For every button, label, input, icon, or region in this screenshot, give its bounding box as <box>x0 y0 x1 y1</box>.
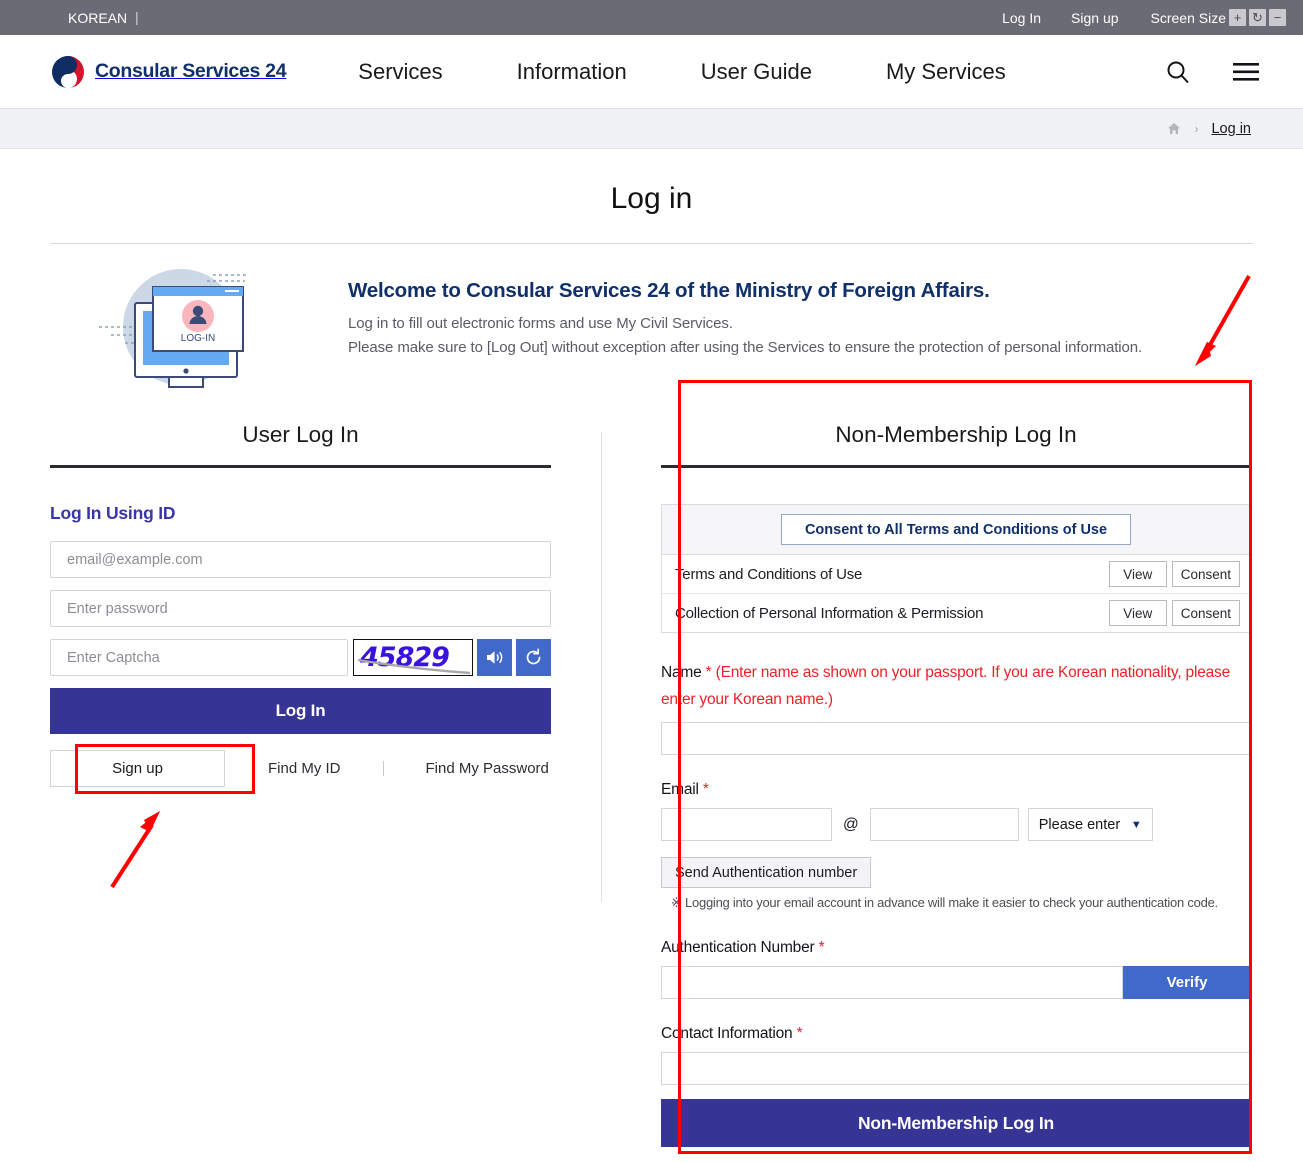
authentication-note: ※ Logging into your email account in adv… <box>671 895 1218 911</box>
captcha-row: 45829 <box>50 639 551 676</box>
find-my-password-link[interactable]: Find My Password <box>426 760 549 777</box>
authentication-input-row: Verify <box>661 966 1251 1000</box>
email-domain-select[interactable]: Please enter ▼ <box>1027 808 1153 842</box>
non-membership-panel: Non-Membership Log In Consent to All Ter… <box>602 422 1303 1148</box>
screen-size-increase-button[interactable]: + <box>1229 9 1246 26</box>
title-divider <box>50 243 1253 244</box>
consent-privacy-button[interactable]: Consent <box>1171 600 1240 626</box>
email-input-row: @ Please enter ▼ <box>661 808 1251 842</box>
name-field-note: (Enter name as shown on your passport. I… <box>661 664 1231 709</box>
screen-size-reset-button[interactable]: ↻ <box>1249 9 1266 26</box>
login-illustration-icon: LOG-IN <box>95 261 300 401</box>
login-button[interactable]: Log In <box>50 688 551 734</box>
email-label-text: Email <box>661 781 699 799</box>
taegeuk-logo-icon <box>50 54 86 90</box>
contact-information-input[interactable] <box>661 1052 1251 1086</box>
email-local-part-input[interactable] <box>661 808 832 842</box>
contact-information-label: Contact Information * <box>661 1025 1251 1043</box>
site-logo[interactable]: Consular Services 24 <box>50 54 287 90</box>
home-icon[interactable] <box>1167 122 1181 135</box>
login-columns: User Log In Log In Using ID 45829 <box>0 422 1303 1148</box>
welcome-heading: Welcome to Consular Services 24 of the M… <box>348 279 990 302</box>
breadcrumb-separator: › <box>1194 121 1199 136</box>
email-field-label: Email * <box>661 781 1251 799</box>
svg-text:LOG-IN: LOG-IN <box>181 333 215 344</box>
screen-size-control: Screen Size + ↻ − <box>1151 9 1286 26</box>
page-title: Log in <box>610 182 693 215</box>
non-membership-header: Non-Membership Log In <box>661 422 1251 468</box>
table-row: Collection of Personal Information & Per… <box>662 594 1250 632</box>
chevron-down-icon: ▼ <box>1130 818 1142 831</box>
contact-required-marker: * <box>796 1025 803 1043</box>
welcome-line-1: Log in to fill out electronic forms and … <box>348 315 733 332</box>
name-input[interactable] <box>661 722 1251 756</box>
login-page: KOREAN | Log In Sign up Screen Size + ↻ … <box>0 0 1303 1162</box>
email-domain-select-value: Please enter <box>1038 816 1121 833</box>
user-login-title: User Log In <box>242 422 359 447</box>
nav-item-user-guide[interactable]: User Guide <box>701 59 812 85</box>
consent-row-label-terms: Terms and Conditions of Use <box>675 565 863 583</box>
site-header: Consular Services 24 Services Informatio… <box>0 35 1303 109</box>
consent-all-button[interactable]: Consent to All Terms and Conditions of U… <box>781 514 1131 545</box>
screen-size-label: Screen Size <box>1150 9 1226 26</box>
refresh-icon[interactable] <box>516 639 551 676</box>
korean-language-link[interactable]: KOREAN <box>68 10 127 26</box>
consent-terms-button[interactable]: Consent <box>1171 561 1240 587</box>
search-icon[interactable] <box>1163 57 1193 87</box>
header-actions <box>1163 57 1281 87</box>
logo-text: Consular Services 24 <box>95 60 287 82</box>
view-terms-button[interactable]: View <box>1108 561 1167 587</box>
user-login-header: User Log In <box>50 422 551 468</box>
contact-label-text: Contact Information <box>661 1025 793 1043</box>
send-authentication-number-button[interactable]: Send Authentication number <box>661 857 872 889</box>
table-row: Terms and Conditions of Use View Consent <box>662 555 1250 594</box>
authentication-label-text: Authentication Number <box>661 939 815 957</box>
welcome-line-2: Please make sure to [Log Out] without ex… <box>348 339 1143 356</box>
non-membership-title: Non-Membership Log In <box>835 422 1077 447</box>
view-privacy-button[interactable]: View <box>1108 600 1167 626</box>
nav-item-services[interactable]: Services <box>358 59 442 85</box>
consent-row-label-privacy: Collection of Personal Information & Per… <box>675 604 984 622</box>
nav-item-my-services[interactable]: My Services <box>886 59 1006 85</box>
authentication-number-label: Authentication Number * <box>661 939 1251 957</box>
breadcrumb: › Log in <box>0 109 1303 149</box>
authentication-required-marker: * <box>818 939 825 957</box>
utility-bar: KOREAN | Log In Sign up Screen Size + ↻ … <box>0 0 1303 35</box>
verify-button[interactable]: Verify <box>1123 966 1251 1000</box>
signup-button[interactable]: Sign up <box>50 749 225 787</box>
user-id-input[interactable] <box>50 541 551 578</box>
links-divider <box>382 760 384 776</box>
utilbar-signup-link[interactable]: Sign up <box>1071 10 1118 26</box>
password-input[interactable] <box>50 590 551 627</box>
consent-all-row: Consent to All Terms and Conditions of U… <box>662 505 1250 555</box>
email-at-symbol: @ <box>843 815 859 833</box>
name-field-label: Name * (Enter name as shown on your pass… <box>661 659 1251 713</box>
welcome-section: LOG-IN Welcome to Consular Services 24 o… <box>50 261 1253 401</box>
welcome-text: Welcome to Consular Services 24 of the M… <box>348 261 1142 356</box>
non-membership-login-button[interactable]: Non-Membership Log In <box>661 1099 1251 1148</box>
user-login-panel: User Log In Log In Using ID 45829 <box>0 422 601 1147</box>
name-required-marker: * <box>705 664 712 681</box>
main-navigation: Services Information User Guide My Servi… <box>358 59 1080 85</box>
utilbar-separator: | <box>135 10 139 25</box>
breadcrumb-current: Log in <box>1211 120 1251 137</box>
email-domain-input[interactable] <box>869 808 1019 842</box>
name-label-text: Name <box>661 664 702 681</box>
hamburger-menu-icon[interactable] <box>1231 57 1261 87</box>
screen-size-decrease-button[interactable]: − <box>1269 9 1286 26</box>
captcha-image: 45829 <box>353 639 473 676</box>
login-using-id-heading: Log In Using ID <box>50 503 176 523</box>
consent-table: Consent to All Terms and Conditions of U… <box>661 504 1251 633</box>
speaker-icon[interactable] <box>477 639 512 676</box>
authentication-number-input[interactable] <box>661 966 1123 1000</box>
find-my-id-link[interactable]: Find My ID <box>268 760 341 777</box>
nav-item-information[interactable]: Information <box>517 59 627 85</box>
captcha-input[interactable] <box>50 639 348 676</box>
utilbar-login-link[interactable]: Log In <box>1002 10 1041 26</box>
email-required-marker: * <box>702 781 709 799</box>
login-links-row: Sign up Find My ID Find My Password <box>50 747 551 789</box>
